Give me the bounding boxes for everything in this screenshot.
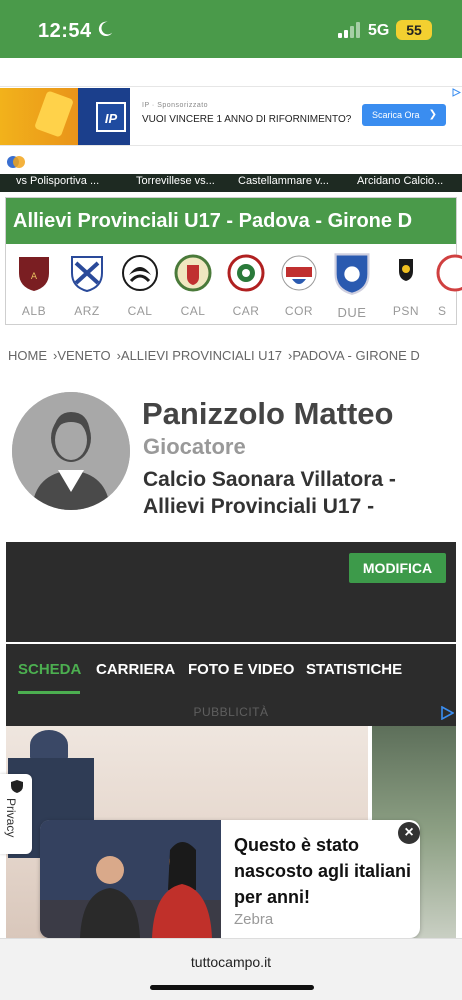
- ad-cta-label: Scarica Ora: [372, 110, 420, 120]
- url-text[interactable]: tuttocampo.it: [0, 954, 462, 970]
- team-badge-alb[interactable]: A ALB: [12, 253, 56, 318]
- team-code: COR: [284, 304, 314, 318]
- league-title[interactable]: Allievi Provinciali U17 - Padova - Giron…: [6, 198, 456, 244]
- moon-icon: [98, 21, 113, 37]
- team-badge-s[interactable]: S: [430, 253, 462, 318]
- native-ad-source: Zebra: [234, 911, 274, 928]
- team-crest-icon: [281, 255, 317, 291]
- breadcrumb-home[interactable]: HOME: [8, 348, 47, 363]
- player-role: Giocatore: [143, 434, 246, 459]
- ticker-item[interactable]: vs Polisportiva ...: [16, 175, 99, 187]
- close-icon[interactable]: ×: [398, 822, 420, 844]
- team-code: S: [438, 304, 447, 318]
- team-crest-icon: [122, 255, 158, 291]
- team-crest-icon: [399, 259, 413, 281]
- team-crest-icon: A: [19, 257, 49, 291]
- player-avatar: [12, 392, 130, 510]
- league-title-category: Allievi Provinciali U17: [13, 210, 221, 232]
- team-code: DUE: [337, 305, 367, 320]
- ticker-item[interactable]: Castellammare v...: [238, 175, 329, 187]
- tab-statistiche[interactable]: STATISTICHE: [306, 661, 402, 678]
- breadcrumb-group[interactable]: PADOVA - GIRONE D: [292, 348, 419, 363]
- ad-coin-graphic: [34, 90, 74, 138]
- home-indicator: [150, 985, 314, 990]
- ad-info-icon[interactable]: [452, 88, 461, 97]
- tab-foto-video[interactable]: FOTO E VIDEO: [188, 661, 294, 678]
- edit-button[interactable]: MODIFICA: [349, 553, 446, 583]
- team-badge-psn[interactable]: PSN: [384, 253, 428, 318]
- network-type: 5G: [368, 22, 390, 39]
- status-time: 12:54: [38, 20, 92, 42]
- ad-cta-button[interactable]: Scarica Ora ❯: [362, 104, 446, 126]
- cellular-signal-icon: [338, 22, 360, 38]
- team-crest-icon: [174, 254, 212, 292]
- ad-label: PUBBLICITÀ: [193, 705, 269, 719]
- ad-sponsor-label: IP · Sponsorizzato: [142, 102, 209, 109]
- player-team-link[interactable]: Calcio Saonara Villatora - Allievi Provi…: [143, 466, 443, 520]
- ad-headline[interactable]: VUOI VINCERE 1 ANNO DI RIFORNIMENTO?: [142, 114, 351, 125]
- league-title-region: - Padova - Girone D: [220, 210, 413, 232]
- battery-indicator: 55: [396, 20, 432, 40]
- site-logo-icon[interactable]: [6, 154, 26, 170]
- status-bar: 12:54 5G 55: [0, 0, 462, 58]
- adchoices-icon[interactable]: [440, 706, 454, 720]
- team-badge-due[interactable]: DUE: [330, 250, 374, 320]
- team-badge-arz[interactable]: ARZ: [65, 253, 109, 318]
- team-code: CAL: [180, 304, 206, 318]
- match-ticker[interactable]: vs Polisportiva ... Torrevillese vs... C…: [0, 174, 462, 192]
- team-crest-icon: [71, 256, 103, 293]
- team-badge-cal-2[interactable]: CAL: [171, 253, 215, 318]
- team-code: ALB: [21, 304, 47, 318]
- breadcrumb-category[interactable]: ALLIEVI PROVINCIALI U17: [121, 348, 282, 363]
- breadcrumb: HOME ›VENETO ›ALLIEVI PROVINCIALI U17 ›PADO…: [8, 348, 462, 363]
- native-ad-image[interactable]: [40, 820, 221, 938]
- ticker-item[interactable]: Torrevillese vs...: [136, 175, 215, 187]
- ticker-item[interactable]: Arcidano Calcio...: [357, 175, 443, 187]
- active-tab-indicator: [18, 691, 80, 694]
- player-name: Panizzolo Matteo: [142, 396, 394, 431]
- tab-scheda[interactable]: SCHEDA: [18, 661, 81, 678]
- team-code: CAL: [127, 304, 153, 318]
- tab-carriera[interactable]: CARRIERA: [96, 661, 175, 678]
- team-badge-cal-1[interactable]: CAL: [118, 253, 162, 318]
- team-badge-car[interactable]: CAR: [224, 253, 268, 318]
- team-code: PSN: [392, 304, 420, 318]
- privacy-label: Privacy: [4, 798, 18, 838]
- breadcrumb-region[interactable]: VENETO: [57, 348, 110, 363]
- team-code: ARZ: [74, 304, 100, 318]
- shield-icon: [11, 780, 23, 793]
- svg-text:A: A: [31, 272, 38, 282]
- team-crest-icon: [436, 254, 462, 292]
- ad-image[interactable]: IP: [0, 88, 130, 145]
- gift-bow-graphic: [30, 730, 68, 760]
- team-crest-icon: [227, 254, 265, 292]
- user-silhouette-icon: [12, 392, 130, 510]
- team-crest-icon: [334, 253, 370, 295]
- ad-brand-logo: IP: [96, 102, 126, 132]
- team-code: CAR: [232, 304, 260, 318]
- tv-studio-image: [40, 820, 221, 938]
- chevron-right-icon: ❯: [428, 109, 437, 120]
- team-badge-cor[interactable]: COR: [277, 253, 321, 318]
- native-ad-headline[interactable]: Questo è stato nascosto agli italiani pe…: [234, 832, 420, 910]
